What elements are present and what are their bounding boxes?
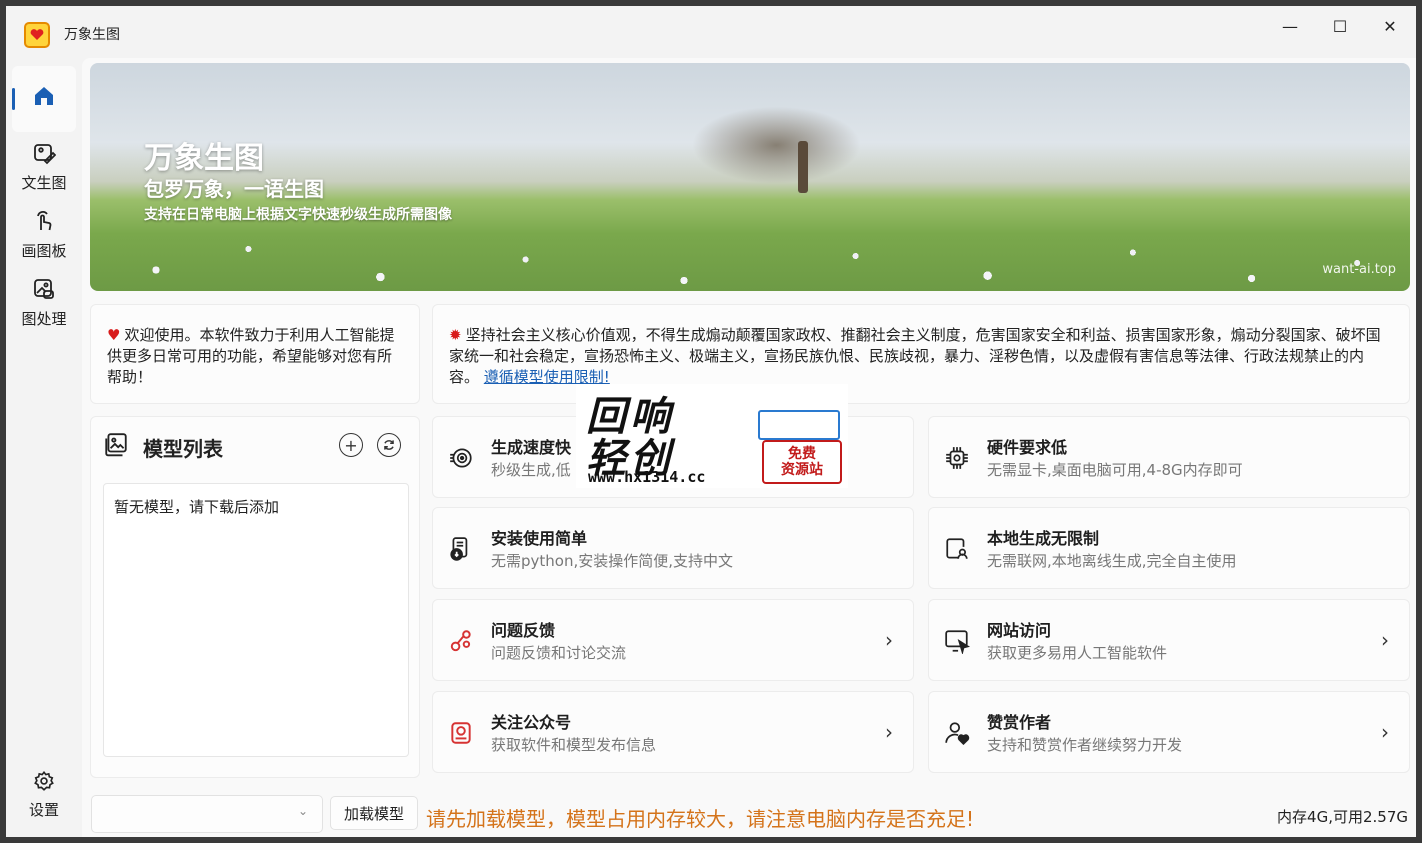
chevron-right-icon: ›: [885, 720, 893, 744]
nav-home[interactable]: [12, 66, 76, 132]
model-list-title: 模型列表: [143, 436, 223, 461]
banner-title: 万象生图: [144, 141, 264, 176]
close-button[interactable]: ✕: [1366, 6, 1414, 46]
feature-card-donate[interactable]: 赞赏作者 支持和赞赏作者继续努力开发 ›: [928, 691, 1410, 773]
gallery-icon: [103, 432, 129, 462]
chip-icon: [943, 444, 971, 472]
hero-banner: 万象生图 包罗万象，一语生图 支持在日常电脑上根据文字快速秒级生成所需图像 wa…: [90, 63, 1410, 291]
banner-flowers: [90, 221, 1410, 291]
app-logo-icon: [24, 22, 50, 48]
feedback-icon: [447, 627, 475, 655]
nav-label: 画图板: [21, 242, 67, 260]
feature-card-local: 本地生成无限制 无需联网,本地离线生成,完全自主使用: [928, 507, 1410, 589]
load-model-button[interactable]: 加载模型: [330, 796, 418, 830]
watermark-overlay: 回响 轻创 www.hx1314.cc 免费 资源站: [576, 384, 848, 488]
feature-title: 硬件要求低: [987, 438, 1068, 457]
welcome-text: 欢迎使用。本软件致力于利用人工智能提供更多日常可用的功能，希望能够对您有所帮助！: [107, 326, 395, 386]
chevron-down-icon: ⌄: [297, 804, 308, 818]
feature-card-wechat[interactable]: 关注公众号 获取软件和模型发布信息 ›: [432, 691, 914, 773]
bottom-bar: ⌄ 加载模型 请先加载模型，模型占用内存较大，请注意电脑内存是否充足! 内存4G…: [82, 786, 1416, 837]
model-list-panel: 模型列表 + 暂无模型，请下载后添加: [90, 416, 420, 778]
image-process-icon: [32, 277, 56, 308]
nav-settings[interactable]: 设置: [12, 762, 76, 828]
nav-drawing-board[interactable]: 画图板: [12, 202, 76, 268]
feature-card-feedback[interactable]: 问题反馈 问题反馈和讨论交流 ›: [432, 599, 914, 681]
model-list-header: 模型列表 +: [103, 431, 409, 463]
banner-tree: [798, 141, 808, 193]
feature-desc: 无需显卡,桌面电脑可用,4-8G内存即可: [987, 461, 1243, 479]
alarm-icon: ✹: [449, 326, 462, 344]
badge-line1: 免费: [788, 446, 816, 462]
nav-label: 文生图: [21, 174, 67, 192]
gear-icon: [33, 770, 55, 799]
feature-desc: 秒级生成,低: [491, 461, 571, 479]
feature-title: 生成速度快: [491, 438, 572, 457]
feature-desc: 无需python,安装操作简便,支持中文: [491, 552, 734, 570]
minimize-button[interactable]: —: [1266, 6, 1314, 46]
memory-warning: 请先加载模型，模型占用内存较大，请注意电脑内存是否充足!: [426, 807, 975, 831]
main-content: 万象生图 包罗万象，一语生图 支持在日常电脑上根据文字快速秒级生成所需图像 wa…: [82, 58, 1416, 837]
hand-draw-icon: [32, 209, 56, 240]
wechat-icon: [447, 719, 475, 747]
nav-label: 设置: [28, 801, 59, 819]
watermark-url: www.hx1314.cc: [588, 468, 706, 486]
install-icon: [447, 535, 475, 563]
welcome-card: ♥ 欢迎使用。本软件致力于利用人工智能提供更多日常可用的功能，希望能够对您有所帮助…: [90, 304, 420, 404]
image-edit-icon: [32, 141, 57, 172]
feature-card-install: 安装使用简单 无需python,安装操作简便,支持中文: [432, 507, 914, 589]
donate-icon: [943, 719, 971, 747]
refresh-icon[interactable]: [377, 433, 401, 457]
model-list[interactable]: 暂无模型，请下载后添加: [103, 483, 409, 757]
active-indicator: [12, 88, 15, 110]
home-icon: [32, 84, 56, 115]
feature-desc: 无需联网,本地离线生成,完全自主使用: [987, 552, 1237, 570]
empty-model-text: 暂无模型，请下载后添加: [114, 498, 280, 516]
model-select[interactable]: ⌄: [91, 795, 323, 833]
app-window: 万象生图 — ☐ ✕ 文生图 画图板 图处理 设置 万象生图 包罗万象，一语生图…: [6, 6, 1416, 837]
heart-icon: ♥: [107, 326, 121, 344]
banner-subtitle: 包罗万象，一语生图: [144, 177, 324, 201]
feature-title: 关注公众号: [491, 713, 572, 732]
feature-title: 问题反馈: [491, 621, 556, 640]
website-icon: [943, 627, 971, 655]
feature-title: 安装使用简单: [491, 529, 588, 548]
feature-desc: 问题反馈和讨论交流: [491, 644, 627, 662]
feature-title: 赞赏作者: [987, 713, 1052, 732]
feature-title: 网站访问: [987, 621, 1052, 640]
badge-line2: 资源站: [781, 462, 823, 478]
nav-label: 图处理: [21, 310, 67, 328]
banner-description: 支持在日常电脑上根据文字快速秒级生成所需图像: [144, 207, 452, 223]
feature-desc: 支持和赞赏作者继续努力开发: [987, 736, 1183, 754]
chevron-right-icon: ›: [1381, 628, 1389, 652]
feature-title: 本地生成无限制: [987, 529, 1100, 548]
app-title: 万象生图: [64, 27, 120, 43]
feature-card-website[interactable]: 网站访问 获取更多易用人工智能软件 ›: [928, 599, 1410, 681]
speed-icon: [447, 444, 475, 472]
feature-desc: 获取更多易用人工智能软件: [987, 644, 1168, 662]
memory-status: 内存4G,可用2.57G: [1277, 808, 1408, 826]
watermark-badge: 免费 资源站: [762, 440, 842, 484]
nav-image-process[interactable]: 图处理: [12, 270, 76, 336]
banner-url: want-ai.top: [1322, 262, 1396, 277]
title-bar: 万象生图 — ☐ ✕: [6, 6, 1416, 58]
maximize-button[interactable]: ☐: [1316, 6, 1364, 46]
watermark-frame: [758, 410, 840, 440]
chevron-right-icon: ›: [1381, 720, 1389, 744]
local-icon: [943, 535, 971, 563]
sidebar: 文生图 画图板 图处理 设置: [6, 62, 82, 837]
chevron-right-icon: ›: [885, 628, 893, 652]
add-circle-icon[interactable]: +: [339, 433, 363, 457]
nav-text-to-image[interactable]: 文生图: [12, 134, 76, 200]
feature-card-hardware: 硬件要求低 无需显卡,桌面电脑可用,4-8G内存即可: [928, 416, 1410, 498]
feature-desc: 获取软件和模型发布信息: [491, 736, 657, 754]
